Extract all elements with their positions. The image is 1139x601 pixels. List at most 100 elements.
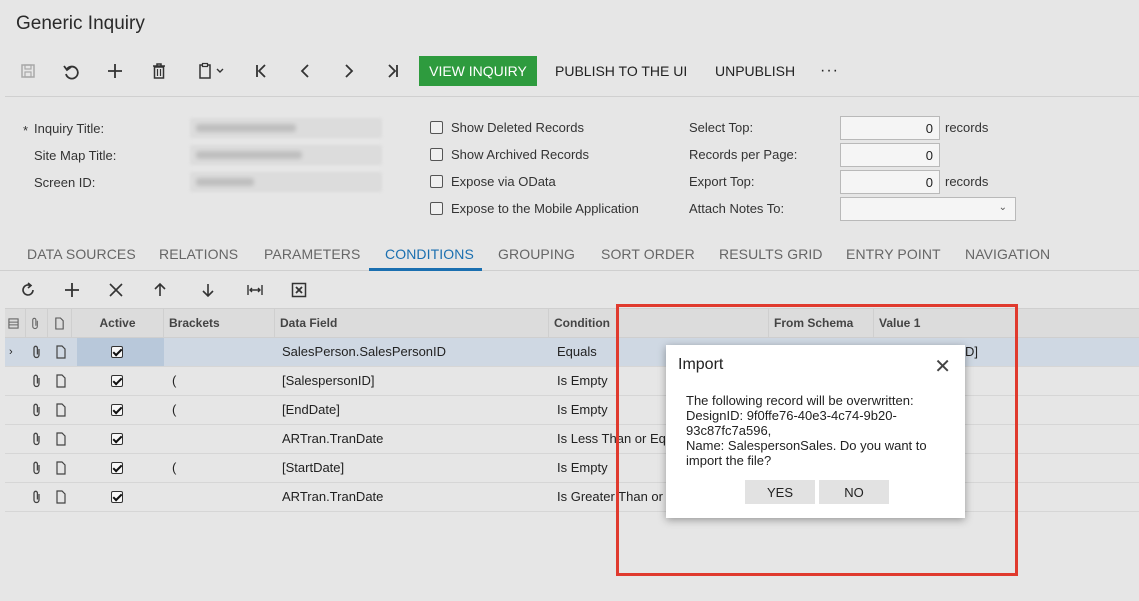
delete-icon[interactable] — [144, 56, 174, 86]
attachment-icon[interactable] — [31, 461, 43, 475]
row-selector-header[interactable] — [5, 309, 26, 338]
active-checkbox[interactable] — [111, 375, 123, 387]
note-icon[interactable] — [55, 432, 67, 446]
active-checkbox[interactable] — [111, 404, 123, 416]
brackets-cell[interactable]: ( — [166, 367, 277, 395]
save-icon[interactable] — [13, 56, 43, 86]
active-checkbox[interactable] — [111, 433, 123, 445]
inquiry-summary-form: * Inquiry Title: Site Map Title: Screen … — [5, 96, 1139, 236]
tab-parameters[interactable]: PARAMETERS — [264, 246, 360, 262]
attachment-icon[interactable] — [31, 432, 43, 446]
attachment-icon[interactable] — [31, 490, 43, 504]
export-top-records-suffix: records — [945, 174, 989, 189]
data-field-cell[interactable]: ARTran.TranDate — [276, 425, 546, 453]
refresh-icon[interactable] — [13, 275, 43, 305]
first-record-icon[interactable] — [246, 56, 276, 86]
attach-notes-label: Attach Notes To: — [689, 201, 785, 216]
active-checkbox[interactable] — [111, 462, 123, 474]
dialog-message-line: Name: SalespersonSales. Do you want to — [686, 438, 927, 453]
note-icon[interactable] — [55, 403, 67, 417]
tab-conditions[interactable]: CONDITIONS — [385, 246, 474, 262]
records-per-page-label: Records per Page: — [689, 147, 798, 162]
note-header-icon — [48, 309, 72, 338]
brackets-cell[interactable] — [166, 425, 277, 453]
inquiry-title-field[interactable] — [190, 118, 382, 138]
site-map-title-field[interactable] — [190, 145, 382, 165]
tab-entry-point[interactable]: ENTRY POINT — [846, 246, 941, 262]
tab-results-grid[interactable]: RESULTS GRID — [719, 246, 823, 262]
expose-mobile-checkbox[interactable] — [430, 202, 443, 215]
tab-sort-order[interactable]: SORT ORDER — [601, 246, 695, 262]
close-icon[interactable]: ✕ — [934, 354, 951, 379]
export-top-input[interactable]: 0 — [840, 170, 940, 194]
export-excel-icon[interactable] — [284, 275, 314, 305]
data-field-cell[interactable]: [SalespersonID] — [276, 367, 546, 395]
expose-odata-label: Expose via OData — [451, 174, 556, 189]
more-actions-button[interactable]: ··· — [820, 56, 839, 86]
add-row-icon[interactable] — [57, 275, 87, 305]
note-icon[interactable] — [55, 490, 67, 504]
publish-button[interactable]: PUBLISH TO THE UI — [555, 56, 687, 86]
move-down-icon[interactable] — [193, 275, 223, 305]
tab-data-sources[interactable]: DATA SOURCES — [27, 246, 136, 262]
show-deleted-label: Show Deleted Records — [451, 120, 584, 135]
site-map-title-label: Site Map Title: — [34, 148, 117, 163]
attach-notes-select[interactable]: ⌄ — [840, 197, 1016, 221]
delete-row-icon[interactable] — [101, 275, 131, 305]
column-active[interactable]: Active — [72, 309, 164, 338]
previous-record-icon[interactable] — [290, 56, 320, 86]
undo-icon[interactable] — [56, 56, 86, 86]
active-checkbox[interactable] — [111, 491, 123, 503]
attachment-icon[interactable] — [31, 403, 43, 417]
next-record-icon[interactable] — [334, 56, 364, 86]
note-icon[interactable] — [55, 345, 67, 359]
attachment-icon[interactable] — [31, 345, 43, 359]
screen-id-label: Screen ID: — [34, 175, 96, 190]
data-field-cell[interactable]: [StartDate] — [276, 454, 546, 482]
column-data-field[interactable]: Data Field — [275, 309, 549, 338]
note-icon[interactable] — [55, 374, 67, 388]
show-archived-label: Show Archived Records — [451, 147, 590, 162]
show-archived-checkbox[interactable] — [430, 148, 443, 161]
move-up-icon[interactable] — [145, 275, 175, 305]
unpublish-button[interactable]: UNPUBLISH — [715, 56, 795, 86]
data-field-cell[interactable]: ARTran.TranDate — [276, 483, 546, 511]
inquiry-title-label: Inquiry Title: — [34, 121, 105, 136]
screen-id-field[interactable] — [190, 172, 382, 192]
fit-columns-icon[interactable] — [240, 275, 270, 305]
required-marker: * — [23, 123, 29, 138]
data-field-cell[interactable]: SalesPerson.SalesPersonID — [276, 338, 546, 366]
data-field-cell[interactable]: [EndDate] — [276, 396, 546, 424]
tab-grouping[interactable]: GROUPING — [498, 246, 575, 262]
show-deleted-checkbox[interactable] — [430, 121, 443, 134]
tab-navigation[interactable]: NAVIGATION — [965, 246, 1050, 262]
no-button[interactable]: NO — [819, 480, 889, 504]
brackets-cell[interactable]: ( — [166, 396, 277, 424]
last-record-icon[interactable] — [378, 56, 408, 86]
note-icon[interactable] — [55, 461, 67, 475]
main-toolbar: VIEW INQUIRY PUBLISH TO THE UI UNPUBLISH… — [0, 56, 1139, 86]
records-per-page-input[interactable]: 0 — [840, 143, 940, 167]
select-top-label: Select Top: — [689, 120, 754, 135]
tab-relations[interactable]: RELATIONS — [159, 246, 238, 262]
brackets-cell[interactable] — [164, 338, 275, 366]
dialog-message-line: DesignID: 9f0ffe76-40e3-4c74-9b20- — [686, 408, 897, 423]
column-brackets[interactable]: Brackets — [164, 309, 275, 338]
yes-button[interactable]: YES — [745, 480, 815, 504]
dialog-message: The following record will be overwritten… — [686, 393, 948, 468]
export-top-label: Export Top: — [689, 174, 755, 189]
select-top-records-suffix: records — [945, 120, 989, 135]
page-title: Generic Inquiry — [16, 13, 145, 34]
add-icon[interactable] — [100, 56, 130, 86]
view-inquiry-button[interactable]: VIEW INQUIRY — [419, 56, 537, 86]
attachment-header-icon — [26, 309, 48, 338]
select-top-input[interactable]: 0 — [840, 116, 940, 140]
clipboard-menu-icon[interactable] — [190, 56, 234, 86]
brackets-cell[interactable] — [166, 483, 277, 511]
chevron-down-icon: ⌄ — [998, 202, 1007, 213]
expose-odata-checkbox[interactable] — [430, 175, 443, 188]
attachment-icon[interactable] — [31, 374, 43, 388]
brackets-cell[interactable]: ( — [166, 454, 277, 482]
active-checkbox[interactable] — [111, 346, 123, 358]
grid-toolbar — [0, 275, 1139, 305]
